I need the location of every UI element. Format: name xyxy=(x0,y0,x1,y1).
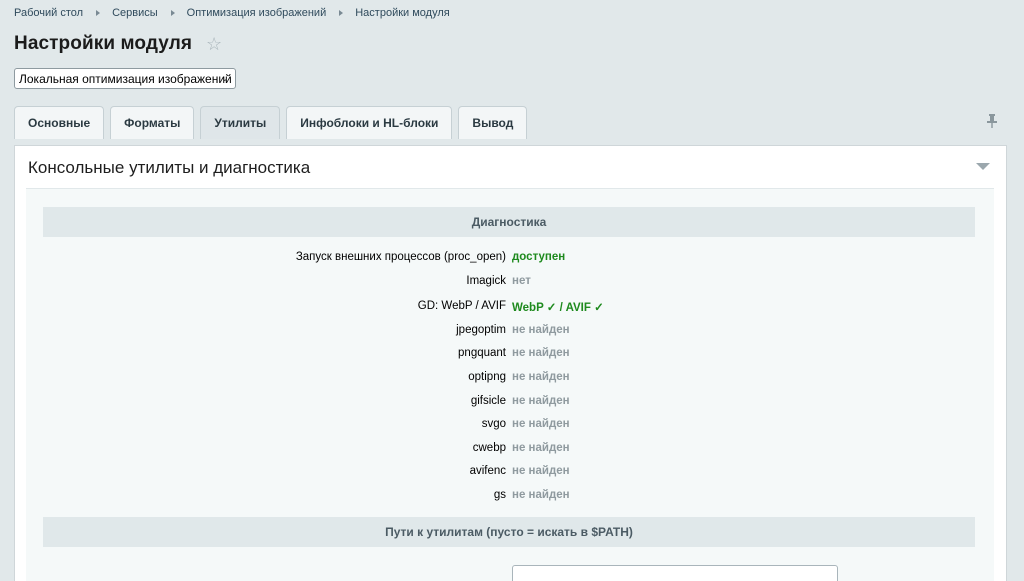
diag-value: нет xyxy=(512,275,531,287)
diag-value: доступен xyxy=(512,251,566,263)
diag-row-optipng: optipng не найден xyxy=(26,368,994,388)
diag-label: Запуск внешних процессов (proc_open) xyxy=(295,251,506,263)
diag-label: Imagick xyxy=(466,275,506,287)
utilities-panel: Консольные утилиты и диагностика Диагнос… xyxy=(14,145,1007,581)
diag-label: optipng xyxy=(468,371,506,383)
diag-row-pngquant: pngquant не найден xyxy=(26,344,994,364)
diag-value: не найден xyxy=(512,371,570,383)
star-icon[interactable]: ☆ xyxy=(206,35,222,53)
breadcrumb: Рабочий стол Сервисы Оптимизация изображ… xyxy=(14,7,450,19)
module-select[interactable]: Локальная оптимизация изображений ⌄ xyxy=(14,68,236,89)
tab-formats[interactable]: Форматы xyxy=(110,106,195,139)
tab-bar: Основные Форматы Утилиты Инфоблоки и HL-… xyxy=(14,106,533,139)
diag-value: не найден xyxy=(512,442,570,454)
page: Рабочий стол Сервисы Оптимизация изображ… xyxy=(0,0,1024,581)
diag-value: не найден xyxy=(512,324,570,336)
diag-value-avif: AVIF ✓ xyxy=(565,302,604,314)
utility-path-input[interactable] xyxy=(512,565,838,581)
panel-title: Консольные утилиты и диагностика xyxy=(28,158,311,177)
diag-label: gifsicle xyxy=(470,395,506,407)
diag-row-svgo: svgo не найден xyxy=(26,415,994,435)
diag-value: не найден xyxy=(512,347,570,359)
tab-output[interactable]: Вывод xyxy=(458,106,528,139)
tab-basic[interactable]: Основные xyxy=(14,106,105,139)
diag-value-separator: / xyxy=(559,302,563,314)
title-row: Настройки модуля ☆ xyxy=(14,33,222,55)
breadcrumb-image-optimization[interactable]: Оптимизация изображений xyxy=(187,7,327,19)
diag-value: WebP ✓ / AVIF ✓ xyxy=(512,300,604,314)
breadcrumb-separator-icon xyxy=(339,10,344,16)
diag-label: gs xyxy=(493,489,506,501)
diag-label: pngquant xyxy=(458,347,506,359)
diag-row-gifsicle: gifsicle не найден xyxy=(26,392,994,412)
diag-label: GD: WebP / AVIF xyxy=(417,300,506,312)
module-select-value: Локальная оптимизация изображений xyxy=(19,71,232,86)
tab-iblocks[interactable]: Инфоблоки и HL-блоки xyxy=(286,106,453,139)
diag-value: не найден xyxy=(512,489,570,501)
breadcrumb-services[interactable]: Сервисы xyxy=(112,7,158,19)
paths-header: Пути к утилитам (пусто = искать в $PATH) xyxy=(43,517,975,547)
breadcrumb-separator-icon xyxy=(170,10,175,16)
diag-row-jpegoptim: jpegoptim не найден xyxy=(26,321,994,341)
diag-row-imagick: Imagick нет xyxy=(26,272,994,292)
diag-value: не найден xyxy=(512,395,570,407)
page-title: Настройки модуля xyxy=(14,33,193,54)
diag-label: svgo xyxy=(481,418,506,430)
diag-row-gs: gs не найден xyxy=(26,486,994,506)
pin-icon[interactable] xyxy=(985,113,999,129)
diag-label: jpegoptim xyxy=(456,324,506,336)
diag-label: avifenc xyxy=(469,465,506,477)
diag-row-proc-open: Запуск внешних процессов (proc_open) дос… xyxy=(26,248,994,268)
diag-value-webp: WebP ✓ xyxy=(512,302,557,314)
diag-value: не найден xyxy=(512,465,570,477)
diagnostics-header: Диагностика xyxy=(43,207,975,237)
tab-utilities[interactable]: Утилиты xyxy=(200,106,281,139)
collapse-icon[interactable] xyxy=(976,163,990,170)
breadcrumb-separator-icon xyxy=(96,10,101,16)
breadcrumb-module-settings[interactable]: Настройки модуля xyxy=(355,7,449,19)
chevron-down-icon: ⌄ xyxy=(220,73,229,84)
diag-row-avifenc: avifenc не найден xyxy=(26,462,994,482)
diag-label: cwebp xyxy=(472,442,506,454)
diag-row-gd: GD: WebP / AVIF WebP ✓ / AVIF ✓ xyxy=(26,297,994,317)
panel-body: Диагностика Запуск внешних процессов (pr… xyxy=(26,188,994,581)
breadcrumb-desktop[interactable]: Рабочий стол xyxy=(14,7,83,19)
diag-row-cwebp: cwebp не найден xyxy=(26,439,994,459)
diag-value: не найден xyxy=(512,418,570,430)
